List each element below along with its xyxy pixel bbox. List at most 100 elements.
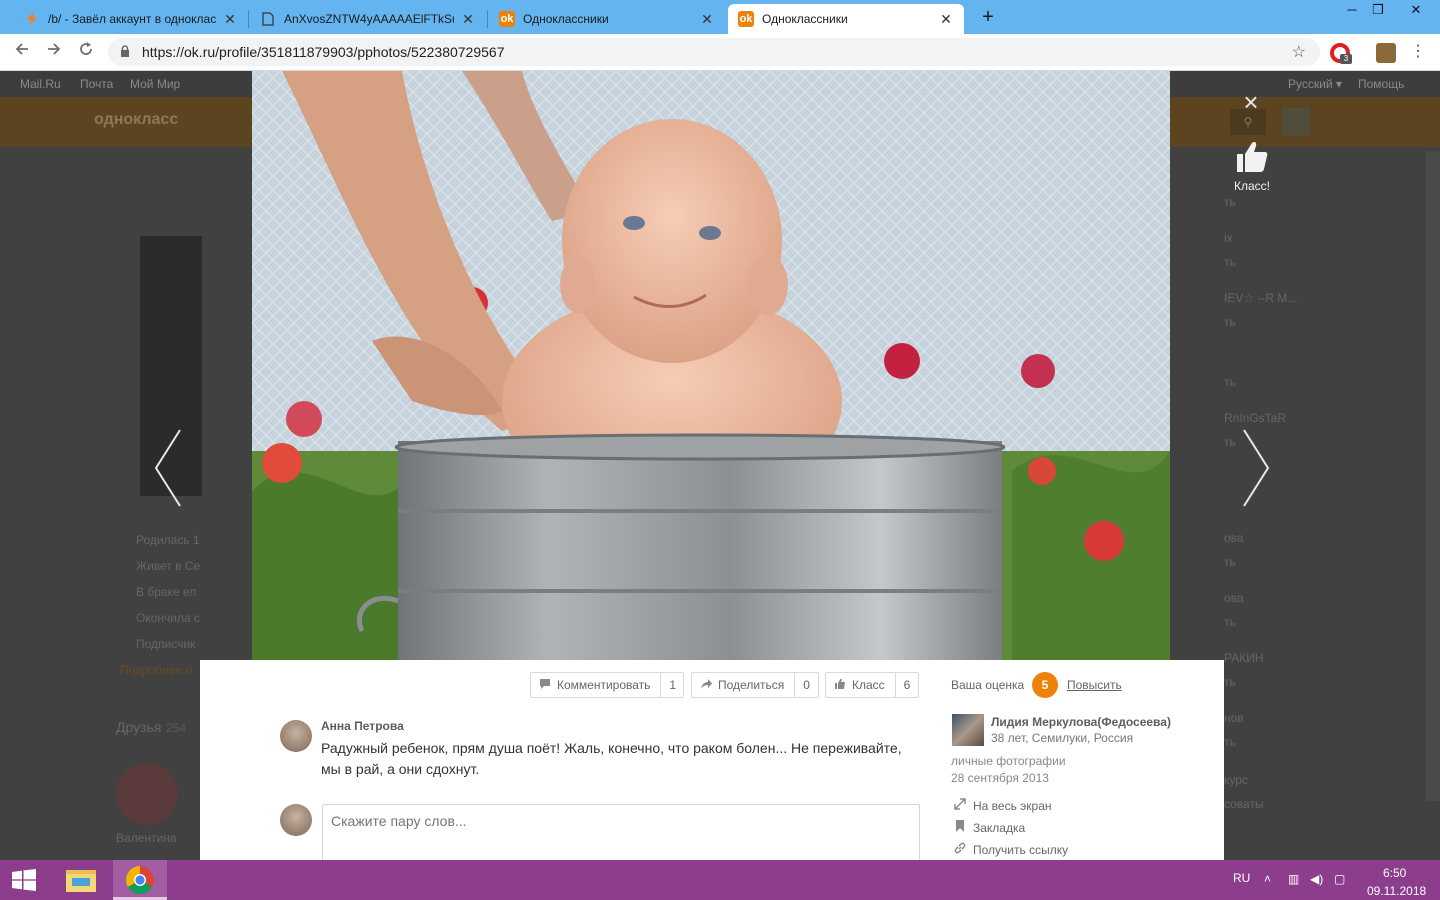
close-viewer-button[interactable]: × [1238, 89, 1264, 116]
rating-badge[interactable]: 5 [1032, 672, 1058, 698]
network-icon[interactable]: ▥ [1288, 872, 1299, 886]
comment-button[interactable]: Комментировать 1 [530, 672, 684, 698]
profile-extension-icon[interactable] [1376, 43, 1396, 63]
arrow-right-icon [48, 43, 61, 55]
topnav-mailru[interactable]: Mail.Ru [20, 77, 61, 91]
prev-photo-button[interactable] [150, 420, 190, 516]
taskbar-chrome[interactable] [113, 860, 167, 900]
address-bar[interactable]: https://ok.ru/profile/351811879903/pphot… [108, 38, 1320, 66]
bookmark-star-icon[interactable]: ☆ [1292, 42, 1306, 62]
avatar [280, 804, 312, 836]
get-link-link[interactable]: Получить ссылку [953, 842, 1068, 857]
feed-item: ть [1224, 615, 1236, 629]
close-tab-icon[interactable]: ✕ [460, 11, 476, 28]
feed-item: курс [1224, 773, 1248, 787]
next-photo-button[interactable] [1234, 420, 1274, 516]
comment-icon [539, 678, 551, 693]
maximize-button[interactable]: ❐ [1362, 0, 1394, 20]
chevron-left-icon [154, 429, 181, 507]
bookmark-label: Закладка [973, 820, 1026, 835]
tab-title: AnXvosZNTW4yAAAAAElFTkSuQ [284, 12, 454, 26]
feed-item: ова [1224, 591, 1244, 605]
album-link[interactable]: личные фотографии [951, 754, 1066, 768]
volume-icon[interactable]: ◀) [1310, 872, 1323, 886]
class-like-label: Класс! [1234, 179, 1270, 193]
close-tab-icon[interactable]: ✕ [699, 11, 715, 28]
thumbs-up-icon [1237, 142, 1268, 172]
thumbs-up-icon [834, 678, 846, 693]
back-button[interactable] [10, 41, 34, 65]
browser-tab-4[interactable]: ok Одноклассники ✕ [728, 4, 964, 34]
close-tab-icon[interactable]: ✕ [222, 11, 238, 28]
topnav-mail[interactable]: Почта [80, 77, 113, 91]
browser-tab-3[interactable]: ok Одноклассники ✕ [489, 4, 725, 34]
feed-item: IEV☆ --R M... [1224, 291, 1298, 305]
ok-logo[interactable]: однокласс [94, 111, 178, 129]
class-like-button[interactable]: Класс! [1224, 140, 1280, 193]
feed-item: нов [1224, 711, 1244, 725]
browser-menu-icon[interactable]: ⋮ [1410, 42, 1426, 62]
owner-avatar[interactable] [952, 714, 984, 746]
browser-tab-1[interactable]: /b/ - Завёл аккаунт в однокласс ✕ [14, 4, 248, 34]
clock-date[interactable]: 09.11.2018 [1367, 884, 1426, 898]
close-window-button[interactable]: ✕ [1400, 0, 1432, 20]
reload-button[interactable] [74, 41, 98, 65]
ok-icon: ok [738, 11, 754, 27]
info-married: В браке ел [136, 585, 197, 599]
feed-item: соваты [1224, 797, 1264, 811]
tab-separator [248, 10, 249, 28]
share-button[interactable]: Поделиться 0 [691, 672, 819, 698]
fullscreen-label: На весь экран [973, 798, 1052, 813]
share-label: Поделиться [718, 678, 785, 692]
browser-toolbar: https://ok.ru/profile/351811879903/pphot… [0, 34, 1440, 71]
comment-input[interactable] [322, 804, 920, 860]
raise-rating-link[interactable]: Повысить [1067, 678, 1122, 692]
folder-icon [66, 870, 96, 892]
friend-name[interactable]: Валентина [116, 831, 176, 845]
language-select[interactable]: Русский ▾ [1288, 77, 1342, 91]
tray-chevron-up-icon[interactable]: ˄ [1264, 872, 1271, 886]
browser-tab-2[interactable]: AnXvosZNTW4yAAAAAElFTkSuQ ✕ [250, 4, 486, 34]
main-photo[interactable] [252, 71, 1170, 660]
class-label: Класс [852, 678, 885, 692]
notification-icon[interactable]: ▢ [1334, 872, 1345, 886]
windows-start-button[interactable] [12, 869, 36, 891]
forward-button[interactable] [42, 41, 66, 65]
photo-info-panel: Комментировать 1 Поделиться 0 Класс 6 Ва… [200, 660, 1224, 860]
tab-title: Одноклассники [523, 12, 609, 26]
clock-time[interactable]: 6:50 [1383, 866, 1406, 880]
topnav-moymir[interactable]: Мой Мир [130, 77, 180, 91]
comment-author[interactable]: Анна Петрова [321, 719, 404, 733]
bookmark-icon [953, 820, 967, 835]
owner-name[interactable]: Лидия Меркулова(Федосеева) [991, 715, 1171, 729]
avatar[interactable] [280, 720, 312, 752]
friend-avatar[interactable] [116, 763, 178, 825]
fullscreen-link[interactable]: На весь экран [953, 798, 1052, 813]
class-button[interactable]: Класс 6 [825, 672, 919, 698]
close-tab-icon[interactable]: ✕ [938, 11, 954, 28]
extension-badge: 3 [1340, 54, 1352, 64]
help-link[interactable]: Помощь [1358, 77, 1404, 91]
info-lives: Живет в Се [136, 559, 201, 573]
photo-date: 28 сентября 2013 [951, 771, 1049, 785]
windows-logo-icon [12, 869, 36, 891]
link-icon [953, 842, 967, 857]
more-about-link[interactable]: Подробнее о [120, 663, 192, 677]
get-link-label: Получить ссылку [973, 842, 1069, 857]
rating-label: Ваша оценка [951, 678, 1025, 692]
avatar[interactable] [1282, 108, 1310, 136]
share-count: 0 [794, 673, 818, 697]
page-scrollbar[interactable] [1426, 151, 1440, 801]
feed-item: ть [1224, 735, 1236, 749]
tab-title: Одноклассники [762, 12, 848, 26]
ok-icon: ok [499, 11, 515, 27]
windows-taskbar [0, 860, 1440, 900]
bookmark-link[interactable]: Закладка [953, 820, 1025, 835]
arrow-left-icon [15, 43, 28, 55]
owner-meta: 38 лет, Семилуки, Россия [991, 731, 1134, 745]
new-tab-button[interactable]: + [976, 6, 1000, 30]
info-school: Окончила с [136, 611, 200, 625]
taskbar-file-explorer[interactable] [54, 860, 108, 900]
keyboard-language[interactable]: RU [1233, 871, 1250, 885]
friends-title[interactable]: Друзья [116, 719, 161, 735]
